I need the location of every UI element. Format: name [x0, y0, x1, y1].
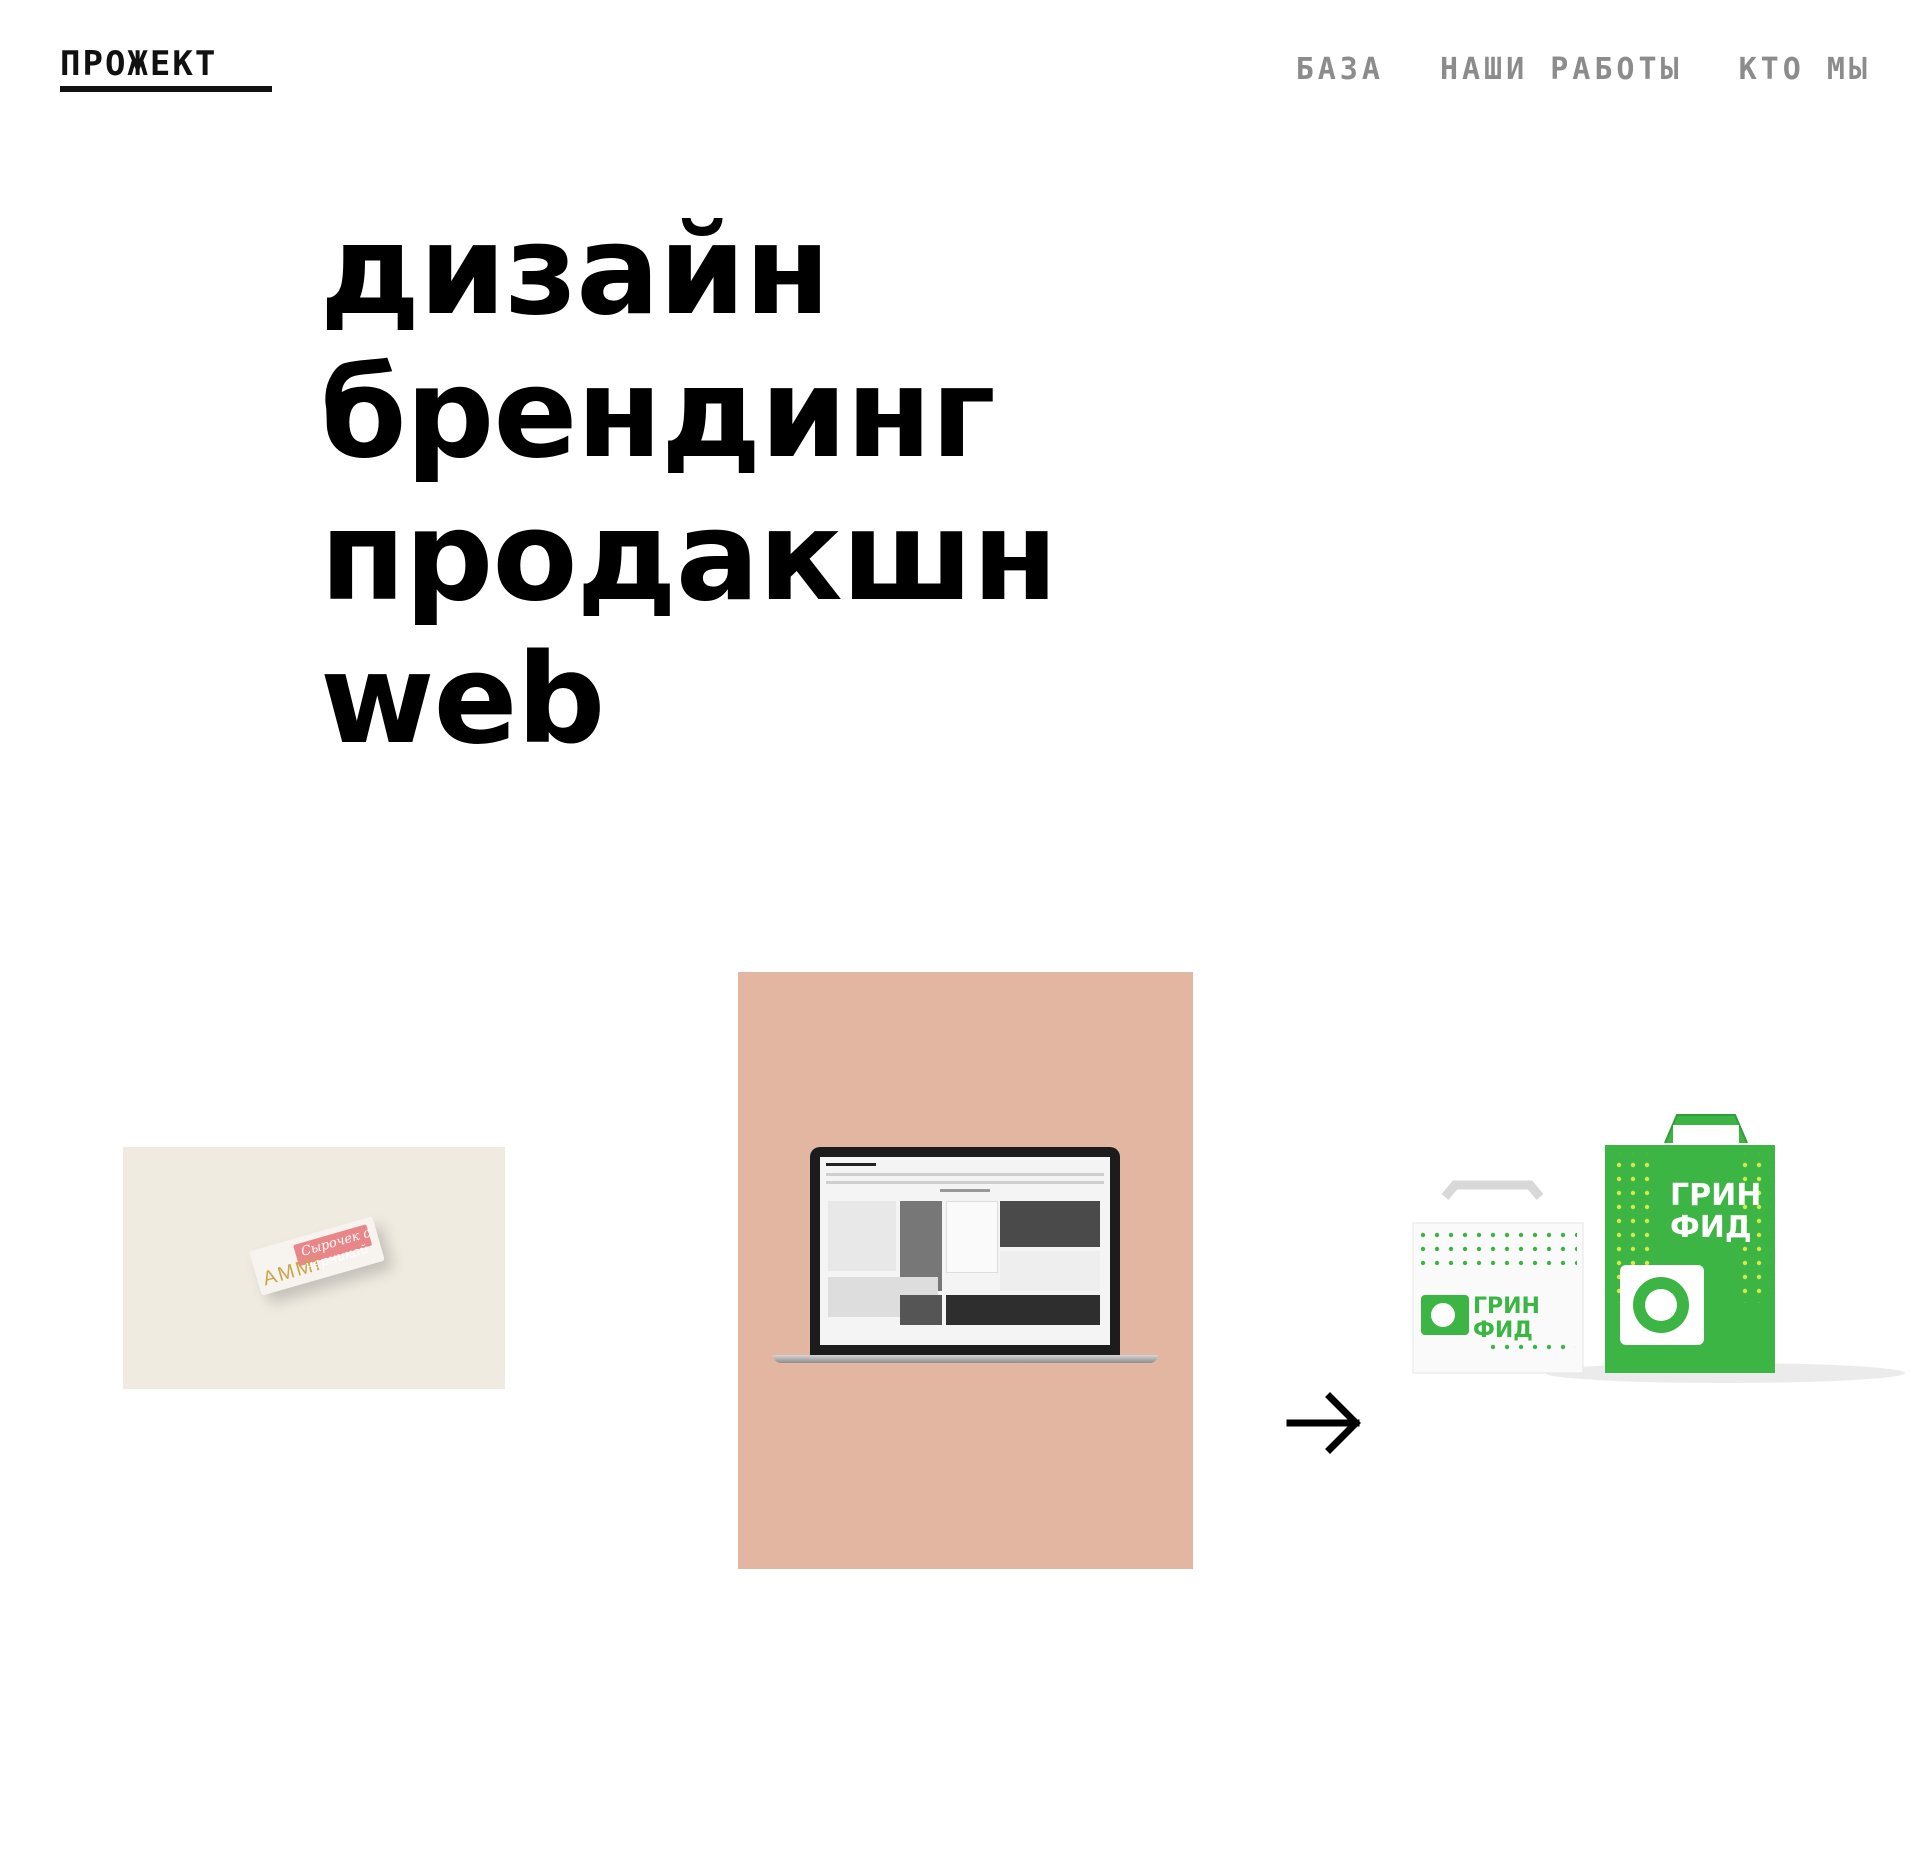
main-nav: БАЗА НАШИ РАБОТЫ КТО МЫ [1296, 52, 1871, 88]
bag-green-brand-line1: ГРИН [1670, 1178, 1761, 1213]
ammi-package-image: Сырочек с черникой AMMI [249, 1216, 385, 1296]
nav-item-about[interactable]: КТО МЫ [1739, 52, 1871, 88]
ammi-script-label: Сырочек с черникой [299, 1225, 373, 1275]
portfolio-card-website[interactable] [738, 972, 1193, 1569]
laptop-base [773, 1355, 1158, 1363]
logo-underline [60, 86, 272, 92]
portfolio-card-ammi[interactable]: Сырочек с черникой AMMI [123, 1147, 505, 1389]
hero-line-web: web [320, 628, 605, 772]
bag-white-brand-line1: ГРИН [1473, 1294, 1540, 1319]
logo[interactable]: ПРОЖЕКТ [60, 46, 272, 82]
laptop-display [820, 1157, 1110, 1345]
hero-line-design: дизайн [320, 199, 830, 343]
nav-item-works[interactable]: НАШИ РАБОТЫ [1440, 52, 1683, 88]
arrow-right-icon[interactable] [1284, 1388, 1364, 1458]
nav-item-baza[interactable]: БАЗА [1296, 52, 1384, 88]
bag-white-brand-line2: ФИД [1473, 1318, 1533, 1343]
hero-services: дизайн брендинг продакшн web [320, 199, 1058, 772]
laptop-image [810, 1147, 1120, 1355]
portfolio-card-greenfeed[interactable]: ГРИН ФИД ГРИН ФИД [1405, 1105, 1910, 1390]
bag-green-brand-line2: ФИД [1670, 1210, 1752, 1245]
hero-line-production: продакшн [320, 485, 1058, 629]
hero-line-branding: брендинг [320, 342, 996, 486]
